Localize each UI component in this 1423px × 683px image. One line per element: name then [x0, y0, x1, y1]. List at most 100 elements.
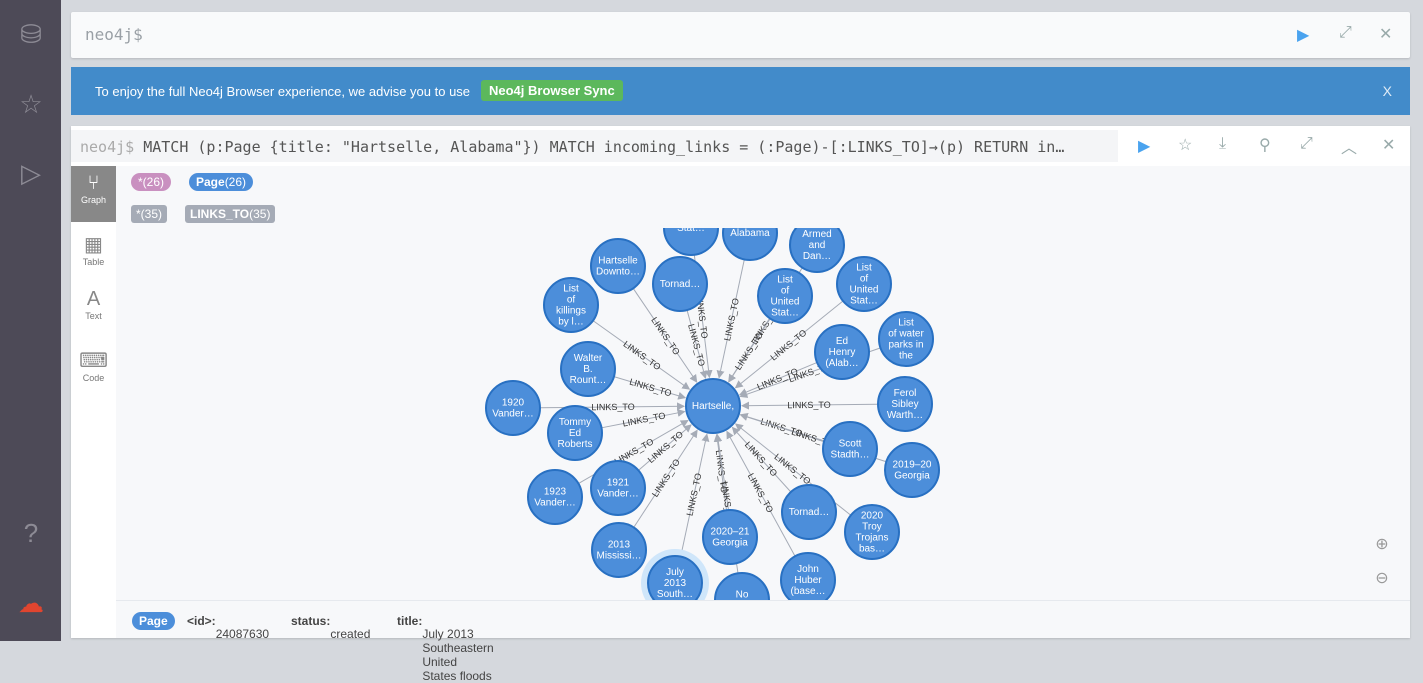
graph-node[interactable]: ListofUnitedStat…: [836, 256, 892, 312]
graph-node[interactable]: ArmedandDan…: [789, 228, 845, 273]
cloud-disconnected-icon[interactable]: ☁: [15, 587, 47, 619]
svg-text:1920: 1920: [502, 398, 525, 409]
graph-node[interactable]: EdHenry(Alab…: [814, 324, 870, 380]
svg-text:Stat…: Stat…: [771, 308, 799, 319]
svg-text:2013: 2013: [608, 540, 631, 551]
graph-node[interactable]: 2013Mississi…: [591, 522, 647, 578]
graph-node[interactable]: Alabama: [722, 228, 778, 261]
svg-text:of water: of water: [888, 329, 924, 340]
help-icon[interactable]: ?: [15, 517, 47, 549]
banner-close-button[interactable]: X: [1383, 83, 1392, 99]
browser-sync-button[interactable]: Neo4j Browser Sync: [481, 80, 623, 101]
svg-text:List: List: [563, 284, 579, 295]
relationship-links-to[interactable]: LINKS_TO: [728, 318, 771, 383]
rel-tag-links-to[interactable]: LINKS_TO(35): [185, 205, 276, 223]
graph-node[interactable]: HartselleDownto…: [590, 238, 646, 294]
text-icon: A: [86, 288, 101, 310]
svg-text:Troy: Troy: [862, 522, 882, 533]
svg-text:United: United: [771, 297, 800, 308]
graph-node[interactable]: TommyEdRoberts: [547, 405, 603, 461]
svg-text:and: and: [809, 240, 826, 251]
svg-text:2013: 2013: [664, 578, 687, 589]
graph-node[interactable]: WalterB.Rount…: [560, 341, 616, 397]
tab-code[interactable]: ⌨ Code: [71, 342, 116, 398]
svg-text:United: United: [850, 285, 879, 296]
download-icon[interactable]: ⤓: [1219, 135, 1226, 153]
svg-text:Ferol: Ferol: [894, 388, 917, 399]
svg-text:Mississi…: Mississi…: [597, 551, 642, 562]
svg-text:of: of: [860, 274, 869, 285]
graph-node[interactable]: FerolSibleyWarth…: [877, 376, 933, 432]
svg-text:by l…: by l…: [558, 317, 584, 328]
svg-text:Vander…: Vander…: [534, 498, 576, 509]
view-tabs: ⑂ Graph ▦ Table A Text ⌨ Code: [71, 166, 116, 638]
fullscreen-icon[interactable]: ⤢: [1339, 24, 1352, 42]
graph-node[interactable]: ListofUnitedStat…: [757, 268, 813, 324]
graph-visualization[interactable]: *(26) Page(26) *(35) LINKS_TO(35) LINKS_…: [116, 166, 1410, 600]
code-icon: ⌨: [79, 350, 108, 372]
graph-node[interactable]: 2020TroyTrojansbas…: [844, 504, 900, 560]
query-editor[interactable]: neo4j$ ▶ ⤢ ✕: [71, 12, 1410, 58]
graph-node[interactable]: 1923Vander…: [527, 469, 583, 525]
tab-table[interactable]: ▦ Table: [71, 226, 116, 282]
svg-text:John: John: [797, 564, 819, 575]
star-icon[interactable]: ☆: [15, 88, 47, 120]
relationship-label: LINKS_TO: [621, 339, 662, 372]
relationship-label: LINKS_TO: [768, 327, 808, 362]
graph-canvas[interactable]: LINKS_TO LINKS_TO LINKS_TOLINKS_TO LINKS_TO…: [116, 228, 1410, 600]
graph-node[interactable]: Tornad…: [652, 256, 708, 312]
result-frame: neo4j$ MATCH (p:Page {title: "Hartselle,…: [71, 126, 1410, 683]
svg-text:Henry: Henry: [829, 347, 856, 358]
close-frame-icon[interactable]: ✕: [1382, 135, 1395, 155]
svg-text:(Alab…: (Alab…: [825, 358, 858, 369]
run-icon[interactable]: ▶: [1297, 25, 1309, 45]
graph-node[interactable]: Stat…: [663, 228, 719, 256]
label-pill-page[interactable]: Page(26): [189, 173, 254, 191]
label-pill-all[interactable]: *(26): [131, 173, 172, 191]
status-bar: Page <id>: 24087630 status: created titl…: [116, 600, 1410, 683]
relationship-links-to[interactable]: LINKS_TO: [601, 408, 686, 429]
fullscreen-icon[interactable]: ⤢: [1300, 135, 1313, 153]
graph-node[interactable]: 2019–20Georgia: [884, 442, 940, 498]
graph-node[interactable]: 2020–21Georgia: [702, 509, 758, 565]
graph-node[interactable]: No…: [714, 572, 770, 600]
graph-node[interactable]: ScottStadth…: [822, 421, 878, 477]
graph-node[interactable]: 1920Vander…: [485, 380, 541, 436]
table-icon: ▦: [84, 234, 103, 256]
graph-node[interactable]: Tornad…: [781, 484, 837, 540]
close-icon[interactable]: ✕: [1379, 24, 1392, 44]
rerun-icon[interactable]: ▶: [1138, 136, 1150, 156]
svg-text:Walter: Walter: [574, 353, 603, 364]
favorite-star-icon[interactable]: ☆: [1178, 135, 1192, 155]
graph-node[interactable]: 1921Vander…: [590, 460, 646, 516]
banner-message: To enjoy the full Neo4j Browser experien…: [95, 84, 471, 99]
pin-icon[interactable]: ⚲: [1259, 135, 1271, 155]
collapse-chevron-up-icon[interactable]: ︿: [1341, 134, 1357, 158]
tab-graph[interactable]: ⑂ Graph: [71, 166, 116, 222]
svg-text:List: List: [777, 275, 793, 286]
graph-node[interactable]: Listofkillingsby l…: [543, 277, 599, 333]
zoom-in-icon[interactable]: ⊕: [1364, 528, 1400, 562]
play-monitor-icon[interactable]: ▷: [15, 157, 47, 189]
svg-text:Downto…: Downto…: [596, 267, 640, 278]
relationship-links-to[interactable]: LINKS_TO: [613, 376, 687, 400]
svg-text:Dan…: Dan…: [803, 251, 831, 262]
svg-text:Armed: Armed: [802, 229, 831, 240]
graph-node[interactable]: Listof waterparks inthe: [878, 311, 934, 367]
zoom-out-icon[interactable]: ⊖: [1364, 562, 1400, 596]
relationship-links-to[interactable]: LINKS_TO: [740, 400, 879, 410]
tab-text[interactable]: A Text: [71, 282, 116, 338]
svg-text:Vander…: Vander…: [597, 489, 639, 500]
status-label-pill[interactable]: Page: [132, 612, 175, 630]
graph-node[interactable]: JohnHuber(base…: [780, 552, 836, 600]
svg-text:2019–20: 2019–20: [893, 460, 932, 471]
rel-tag-all[interactable]: *(35): [131, 205, 168, 223]
graph-node[interactable]: July2013South…: [641, 549, 709, 600]
frame-query[interactable]: neo4j$ MATCH (p:Page {title: "Hartselle,…: [71, 130, 1118, 162]
database-check-icon[interactable]: ⛁: [15, 18, 47, 50]
svg-text:1923: 1923: [544, 487, 567, 498]
svg-text:Tornad…: Tornad…: [660, 279, 701, 290]
node-center[interactable]: Hartselle,: [685, 378, 741, 434]
graph-icon: ⑂: [87, 172, 100, 194]
svg-text:Vander…: Vander…: [492, 409, 534, 420]
